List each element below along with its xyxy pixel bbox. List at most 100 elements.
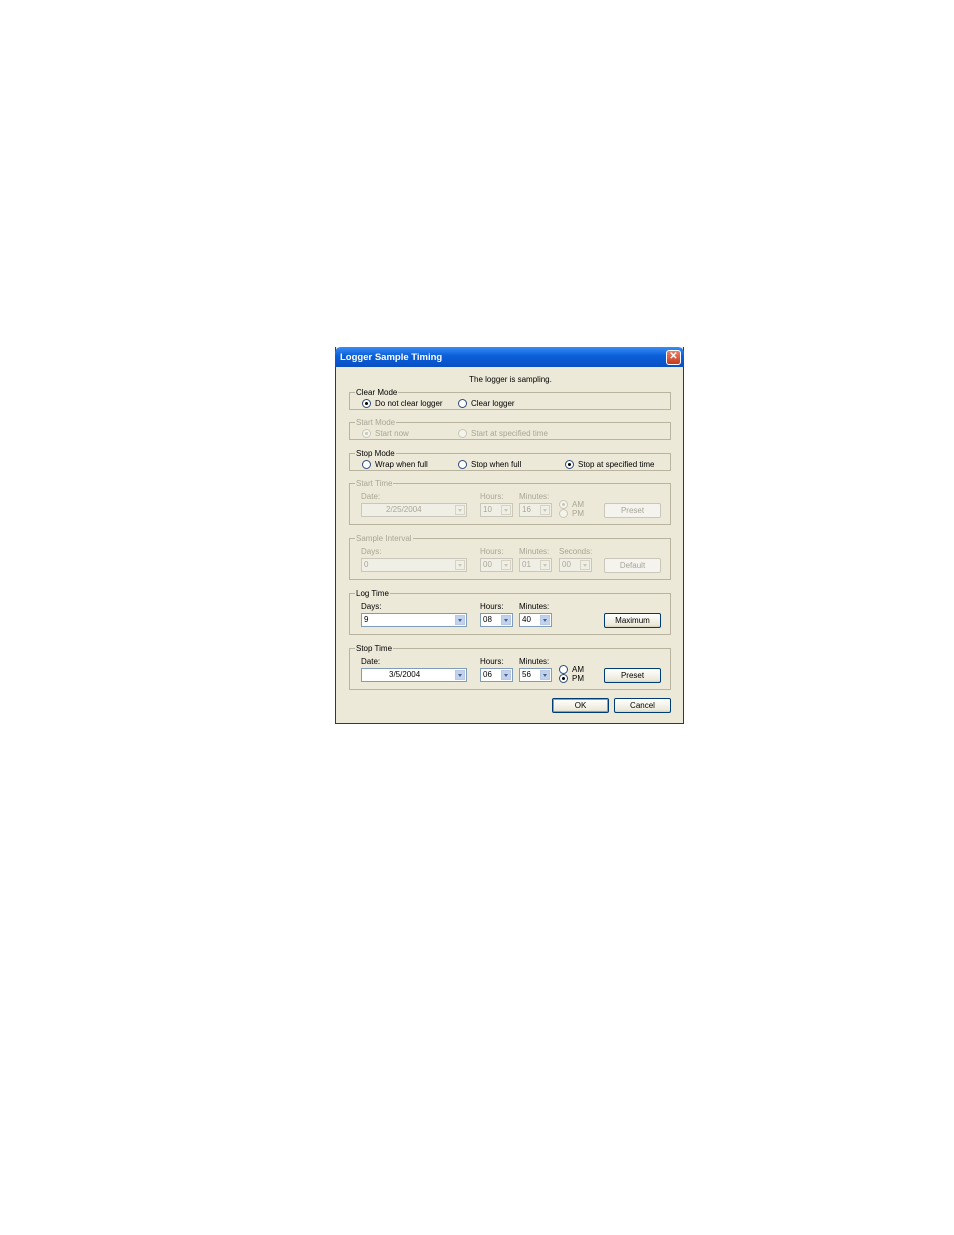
chevron-down-icon[interactable] xyxy=(501,505,511,515)
radio-dot xyxy=(458,399,467,408)
minutes-label: Minutes: xyxy=(519,602,550,611)
stop-hours-value: 06 xyxy=(483,670,492,679)
radio-label: Stop when full xyxy=(471,460,522,469)
chevron-down-icon[interactable] xyxy=(455,670,465,680)
radio-label: Start now xyxy=(375,429,409,438)
stop-time-group: Stop Time Date: 3/5/2004 Hours: 06 Minut… xyxy=(349,644,671,690)
radio-label: Do not clear logger xyxy=(375,399,443,408)
stop-hours-combo[interactable]: 06 xyxy=(480,668,513,682)
clear-mode-group: Clear Mode Do not clear logger Clear log… xyxy=(349,388,671,410)
chevron-down-icon[interactable] xyxy=(540,560,550,570)
chevron-down-icon[interactable] xyxy=(580,560,590,570)
interval-days-value: 0 xyxy=(364,560,369,569)
chevron-down-icon[interactable] xyxy=(455,615,465,625)
window-title: Logger Sample Timing xyxy=(340,352,443,363)
start-minutes-combo[interactable]: 16 xyxy=(519,503,552,517)
stop-mode-legend: Stop Mode xyxy=(355,449,396,458)
radio-dot xyxy=(458,460,467,469)
clear-mode-legend: Clear Mode xyxy=(355,388,399,397)
chevron-down-icon[interactable] xyxy=(501,615,511,625)
chevron-down-icon[interactable] xyxy=(501,670,511,680)
radio-label: Wrap when full xyxy=(375,460,428,469)
radio-dot xyxy=(559,674,568,683)
stop-preset-button[interactable]: Preset xyxy=(604,668,661,683)
stop-minutes-combo[interactable]: 56 xyxy=(519,668,552,682)
maximum-button[interactable]: Maximum xyxy=(604,613,661,628)
radio-do-not-clear-logger[interactable]: Do not clear logger xyxy=(362,399,443,408)
radio-label: PM xyxy=(572,509,584,518)
log-hours-value: 08 xyxy=(483,615,492,624)
radio-start-am[interactable]: AM xyxy=(559,500,584,509)
radio-dot xyxy=(559,665,568,674)
log-days-value: 9 xyxy=(364,615,369,624)
radio-dot xyxy=(559,509,568,518)
radio-start-now[interactable]: Start now xyxy=(362,429,409,438)
radio-dot xyxy=(362,399,371,408)
date-label: Date: xyxy=(361,657,381,666)
interval-seconds-combo[interactable]: 00 xyxy=(559,558,592,572)
close-icon[interactable]: ✕ xyxy=(666,350,681,365)
minutes-label: Minutes: xyxy=(519,657,550,666)
start-time-group: Start Time Date: 2/25/2004 Hours: 10 Min… xyxy=(349,479,671,525)
start-mode-group: Start Mode Start now Start at specified … xyxy=(349,418,671,440)
start-minutes-value: 16 xyxy=(522,505,531,514)
chevron-down-icon[interactable] xyxy=(455,505,465,515)
seconds-label: Seconds: xyxy=(559,547,593,556)
start-date-combo[interactable]: 2/25/2004 xyxy=(361,503,467,517)
radio-dot xyxy=(458,429,467,438)
minutes-label: Minutes: xyxy=(519,547,550,556)
sample-interval-legend: Sample Interval xyxy=(355,534,413,543)
radio-label: Clear logger xyxy=(471,399,515,408)
radio-label: AM xyxy=(572,665,584,674)
hours-label: Hours: xyxy=(480,547,504,556)
ok-button[interactable]: OK xyxy=(552,698,609,713)
radio-wrap-when-full[interactable]: Wrap when full xyxy=(362,460,428,469)
radio-stop-pm[interactable]: PM xyxy=(559,674,584,683)
status-text: The logger is sampling. xyxy=(469,375,552,384)
radio-clear-logger[interactable]: Clear logger xyxy=(458,399,515,408)
sample-interval-group: Sample Interval Days: 0 Hours: 00 Minute… xyxy=(349,534,671,580)
radio-dot xyxy=(565,460,574,469)
radio-dot xyxy=(559,500,568,509)
hours-label: Hours: xyxy=(480,657,504,666)
log-hours-combo[interactable]: 08 xyxy=(480,613,513,627)
radio-start-pm[interactable]: PM xyxy=(559,509,584,518)
date-label: Date: xyxy=(361,492,381,501)
chevron-down-icon[interactable] xyxy=(540,670,550,680)
start-time-legend: Start Time xyxy=(355,479,394,488)
hours-label: Hours: xyxy=(480,492,504,501)
hours-label: Hours: xyxy=(480,602,504,611)
radio-label: Start at specified time xyxy=(471,429,548,438)
start-preset-button[interactable]: Preset xyxy=(604,503,661,518)
radio-stop-am[interactable]: AM xyxy=(559,665,584,674)
cancel-button[interactable]: Cancel xyxy=(614,698,671,713)
radio-dot xyxy=(362,429,371,438)
chevron-down-icon[interactable] xyxy=(540,615,550,625)
log-time-group: Log Time Days: 9 Hours: 08 Minutes: 40 M… xyxy=(349,589,671,635)
interval-hours-value: 00 xyxy=(483,560,492,569)
log-minutes-combo[interactable]: 40 xyxy=(519,613,552,627)
start-mode-legend: Start Mode xyxy=(355,418,397,427)
chevron-down-icon[interactable] xyxy=(455,560,465,570)
radio-stop-when-full[interactable]: Stop when full xyxy=(458,460,521,469)
interval-default-button[interactable]: Default xyxy=(604,558,661,573)
radio-label: AM xyxy=(572,500,584,509)
log-time-legend: Log Time xyxy=(355,589,390,598)
interval-minutes-combo[interactable]: 01 xyxy=(519,558,552,572)
chevron-down-icon[interactable] xyxy=(540,505,550,515)
title-bar[interactable]: Logger Sample Timing ✕ xyxy=(335,347,684,367)
minutes-label: Minutes: xyxy=(519,492,550,501)
interval-hours-combo[interactable]: 00 xyxy=(480,558,513,572)
start-hours-value: 10 xyxy=(483,505,492,514)
log-minutes-value: 40 xyxy=(522,615,531,624)
start-date-value: 2/25/2004 xyxy=(386,505,422,514)
start-hours-combo[interactable]: 10 xyxy=(480,503,513,517)
interval-minutes-value: 01 xyxy=(522,560,531,569)
interval-days-combo[interactable]: 0 xyxy=(361,558,467,572)
stop-date-combo[interactable]: 3/5/2004 xyxy=(361,668,467,682)
radio-start-at-specified-time[interactable]: Start at specified time xyxy=(458,429,548,438)
chevron-down-icon[interactable] xyxy=(501,560,511,570)
radio-stop-at-specified-time[interactable]: Stop at specified time xyxy=(565,460,654,469)
stop-minutes-value: 56 xyxy=(522,670,531,679)
log-days-combo[interactable]: 9 xyxy=(361,613,467,627)
